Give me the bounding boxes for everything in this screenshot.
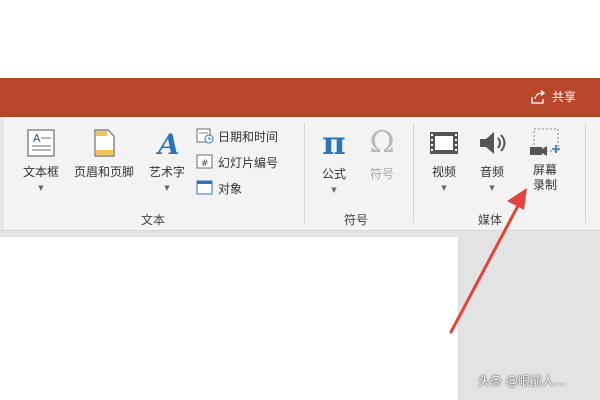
watermark-text: 头条 @眼前人... [478,374,566,388]
annotation-arrow-line [449,200,522,334]
annotation-arrow [449,188,527,334]
